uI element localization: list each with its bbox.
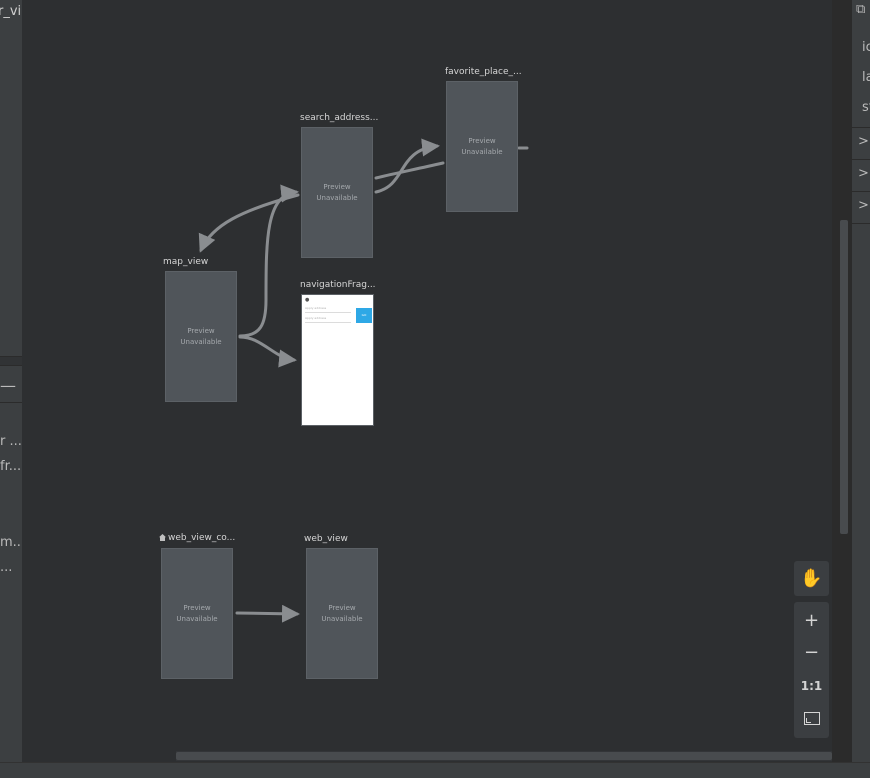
- component-tree-icon[interactable]: ⧉: [856, 2, 865, 17]
- preview-text: Unavailable: [461, 147, 503, 156]
- zoom-to-fit-icon: [803, 711, 820, 725]
- preview-text: Preview: [187, 326, 215, 335]
- destination-label-webview: web_view: [304, 534, 348, 544]
- destination-label-favorite: favorite_place_...: [445, 67, 522, 77]
- destination-map-view[interactable]: Preview Unavailable: [165, 271, 237, 402]
- preview-text: Preview: [328, 603, 356, 612]
- panel-splitter[interactable]: [0, 356, 22, 366]
- action-arrow: [374, 138, 440, 194]
- divider: [852, 159, 870, 160]
- preview-go-button: GO: [356, 308, 372, 323]
- chevron-right-icon[interactable]: >: [858, 166, 869, 181]
- attributes-panel: ⧉ ic la st > > >: [852, 0, 870, 762]
- preview-text: Unavailable: [316, 193, 358, 202]
- home-icon: [159, 534, 166, 541]
- zoom-to-fit-button[interactable]: [794, 702, 829, 734]
- preview-input: Apply address: [305, 305, 351, 313]
- action-arrows: [198, 138, 529, 623]
- navigation-graph-canvas[interactable]: favorite_place_... Preview Unavailable se…: [22, 0, 832, 762]
- destination-label-text: web_view_co...: [168, 533, 236, 543]
- status-bar: [0, 762, 870, 778]
- preview-text: Preview: [183, 603, 211, 612]
- preview-text: Unavailable: [176, 614, 218, 623]
- attribute-row[interactable]: la: [862, 70, 870, 85]
- vertical-scrollbar[interactable]: [840, 220, 848, 534]
- list-item[interactable]: ...: [0, 560, 12, 575]
- preview-text: Unavailable: [180, 337, 222, 346]
- list-item[interactable]: r ...: [0, 434, 22, 449]
- actual-size-button[interactable]: 1:1: [794, 670, 829, 702]
- divider: [0, 402, 22, 403]
- pan-hand-icon[interactable]: ✋: [794, 563, 829, 595]
- destination-web-view-container[interactable]: Preview Unavailable: [161, 548, 233, 679]
- divider: [852, 223, 870, 224]
- zoom-in-button[interactable]: +: [794, 605, 829, 637]
- chevron-right-icon[interactable]: >: [858, 198, 869, 213]
- zoom-toolbar: + − 1:1: [794, 602, 829, 738]
- preview-text: Preview: [468, 136, 496, 145]
- action-arrow: [238, 335, 297, 368]
- divider: [852, 127, 870, 128]
- destination-label-map: map_view: [163, 257, 209, 267]
- list-item[interactable]: m...: [0, 535, 22, 550]
- action-arrow: [235, 604, 300, 623]
- left-panel: r_vi — r ... fr... m... ...: [0, 0, 22, 777]
- attribute-row[interactable]: st: [862, 100, 870, 115]
- left-panel-title: r_vi: [0, 4, 22, 19]
- destination-favorite-place[interactable]: Preview Unavailable: [446, 81, 518, 212]
- destination-label-search: search_address...: [300, 113, 379, 123]
- zoom-out-button[interactable]: −: [794, 637, 829, 669]
- attribute-row[interactable]: ic: [862, 40, 870, 55]
- action-arrow: [198, 193, 300, 253]
- preview-input: Apply address: [305, 315, 351, 323]
- action-arrow: [374, 161, 445, 180]
- divider: [852, 191, 870, 192]
- preview-text: Preview: [323, 182, 351, 191]
- horizontal-scrollbar[interactable]: [176, 751, 832, 761]
- destination-label-webcontainer: web_view_co...: [159, 533, 235, 543]
- pan-toolbar: ✋: [794, 561, 829, 596]
- collapse-icon[interactable]: —: [0, 376, 16, 395]
- destination-search-address[interactable]: Preview Unavailable: [301, 127, 373, 258]
- destination-label-navigation: navigationFrag...: [300, 280, 376, 290]
- list-item[interactable]: fr...: [0, 459, 21, 474]
- action-arrow: [238, 184, 299, 338]
- chevron-right-icon[interactable]: >: [858, 134, 869, 149]
- destination-navigation-fragment[interactable]: ● Apply address Apply address GO: [301, 294, 374, 426]
- horizontal-scrollbar-thumb[interactable]: [176, 752, 832, 760]
- preview-text: Unavailable: [321, 614, 363, 623]
- back-icon: ●: [305, 297, 310, 303]
- destination-web-view[interactable]: Preview Unavailable: [306, 548, 378, 679]
